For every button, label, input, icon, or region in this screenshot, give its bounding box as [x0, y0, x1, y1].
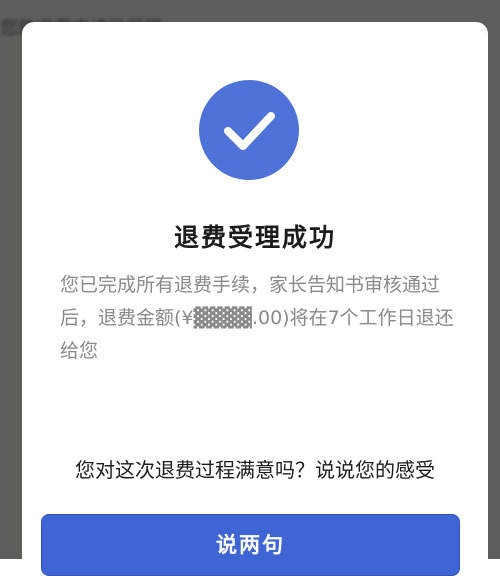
dialog-message: 您已完成所有退费手续，家长告知书审核通过后，退费金额(¥▓▓▓▓.00)将在7个…: [60, 274, 454, 362]
check-icon: [199, 80, 299, 180]
feedback-question: 您对这次退费过程满意吗？说说您的感受: [75, 458, 435, 482]
dialog-title: 退费受理成功: [173, 223, 336, 252]
feedback-button[interactable]: 说两句: [41, 514, 460, 576]
refund-success-dialog: 退费受理成功 您已完成所有退费手续，家长告知书审核通过后，退费金额(¥▓▓▓▓.…: [22, 22, 488, 582]
